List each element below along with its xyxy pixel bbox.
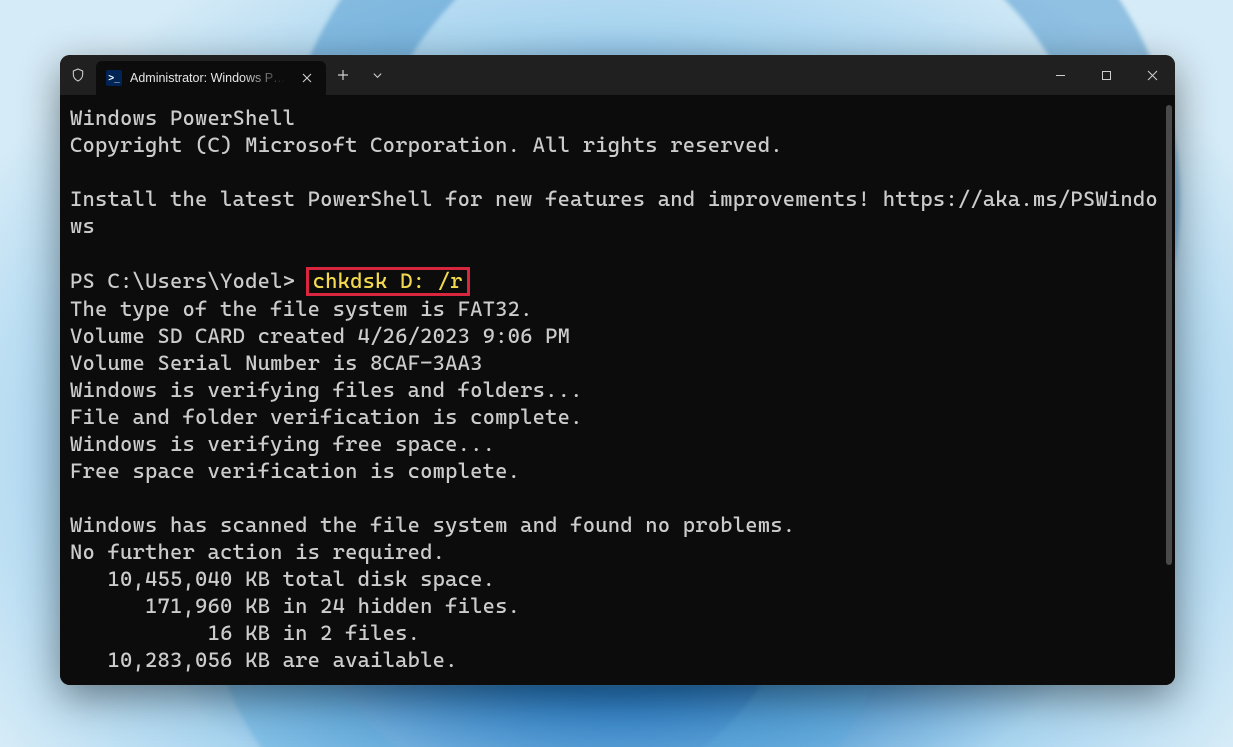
highlighted-command: chkdsk D: /r bbox=[306, 267, 470, 296]
close-window-button[interactable] bbox=[1129, 55, 1175, 95]
window-controls bbox=[1037, 55, 1175, 95]
shield-icon bbox=[60, 55, 96, 95]
titlebar[interactable]: >_ Administrator: Windows PowerShell bbox=[60, 55, 1175, 95]
maximize-button[interactable] bbox=[1083, 55, 1129, 95]
terminal-window: >_ Administrator: Windows PowerShell bbox=[60, 55, 1175, 685]
tab-title: Administrator: Windows PowerShell bbox=[130, 71, 290, 85]
tab-active[interactable]: >_ Administrator: Windows PowerShell bbox=[96, 61, 326, 95]
new-tab-button[interactable] bbox=[326, 55, 360, 95]
close-tab-button[interactable] bbox=[298, 69, 316, 87]
terminal-output[interactable]: Windows PowerShell Copyright (C) Microso… bbox=[70, 105, 1161, 674]
scrollbar[interactable] bbox=[1166, 105, 1172, 565]
powershell-icon: >_ bbox=[106, 70, 122, 86]
tab-dropdown-button[interactable] bbox=[360, 55, 394, 95]
terminal-body[interactable]: Windows PowerShell Copyright (C) Microso… bbox=[60, 95, 1175, 685]
minimize-button[interactable] bbox=[1037, 55, 1083, 95]
titlebar-drag-region[interactable] bbox=[394, 55, 1037, 95]
desktop-background: >_ Administrator: Windows PowerShell bbox=[0, 0, 1233, 747]
